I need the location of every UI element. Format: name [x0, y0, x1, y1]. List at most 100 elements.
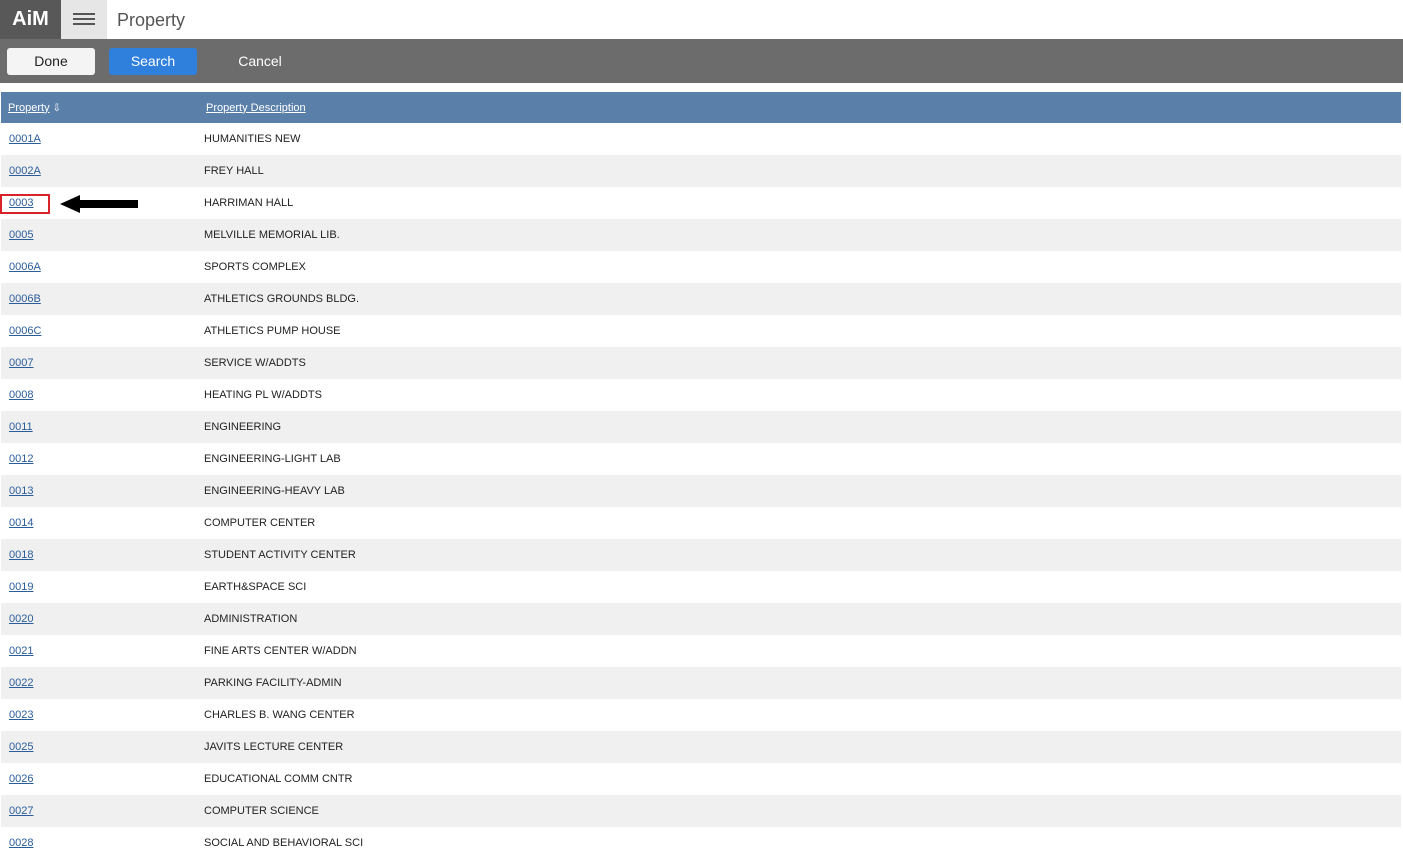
property-description-cell: COMPUTER SCIENCE: [200, 795, 1401, 827]
property-link[interactable]: 0020: [9, 613, 33, 625]
page-title: Property: [117, 10, 186, 30]
property-link[interactable]: 0007: [9, 357, 33, 369]
table-row: 0013 ENGINEERING-HEAVY LAB: [1, 475, 1401, 507]
table-row: 0005 MELVILLE MEMORIAL LIB.: [1, 219, 1401, 251]
property-cell: 0025: [1, 731, 200, 763]
column-header-property-description: Property Description: [200, 92, 1401, 123]
property-description-cell: ENGINEERING: [200, 411, 1401, 443]
property-link[interactable]: 0006B: [9, 293, 41, 305]
hamburger-menu-icon[interactable]: [61, 0, 107, 39]
column-header-property: Property ⇩: [1, 92, 200, 123]
property-cell: 0020: [1, 603, 200, 635]
property-cell: 0028: [1, 827, 200, 859]
property-link[interactable]: 0012: [9, 453, 33, 465]
property-cell: 0002A: [1, 155, 200, 187]
sort-property-link[interactable]: Property: [8, 102, 50, 114]
property-cell: 0026: [1, 763, 200, 795]
property-cell: 0012: [1, 443, 200, 475]
property-cell: 0018: [1, 539, 200, 571]
property-link[interactable]: 0027: [9, 805, 33, 817]
property-description-cell: SERVICE W/ADDTS: [200, 347, 1401, 379]
property-description-cell: FINE ARTS CENTER W/ADDN: [200, 635, 1401, 667]
property-link[interactable]: 0018: [9, 549, 33, 561]
property-description-cell: HUMANITIES NEW: [200, 123, 1401, 155]
table-row: 0007 SERVICE W/ADDTS: [1, 347, 1401, 379]
table-row: 0027 COMPUTER SCIENCE: [1, 795, 1401, 827]
top-bar: AiM Property: [0, 0, 1403, 39]
property-link[interactable]: 0023: [9, 709, 33, 721]
property-description-cell: STUDENT ACTIVITY CENTER: [200, 539, 1401, 571]
sort-property-description-link[interactable]: Property Description: [206, 102, 306, 114]
table-row: 0006A SPORTS COMPLEX: [1, 251, 1401, 283]
property-link[interactable]: 0008: [9, 389, 33, 401]
table-row: 0021 FINE ARTS CENTER W/ADDN: [1, 635, 1401, 667]
property-description-cell: EARTH&SPACE SCI: [200, 571, 1401, 603]
table-row: 0025 JAVITS LECTURE CENTER: [1, 731, 1401, 763]
property-link[interactable]: 0001A: [9, 133, 41, 145]
property-link[interactable]: 0026: [9, 773, 33, 785]
property-cell: 0023: [1, 699, 200, 731]
property-description-cell: ADMINISTRATION: [200, 603, 1401, 635]
property-description-cell: MELVILLE MEMORIAL LIB.: [200, 219, 1401, 251]
property-description-cell: ENGINEERING-LIGHT LAB: [200, 443, 1401, 475]
property-description-cell: PARKING FACILITY-ADMIN: [200, 667, 1401, 699]
property-description-cell: COMPUTER CENTER: [200, 507, 1401, 539]
property-link[interactable]: 0006A: [9, 261, 41, 273]
table-row: 0023 CHARLES B. WANG CENTER: [1, 699, 1401, 731]
property-table: Property ⇩ Property Description 0001A HUMA…: [1, 92, 1401, 859]
property-description-cell: ATHLETICS GROUNDS BLDG.: [200, 283, 1401, 315]
property-link[interactable]: 0003: [9, 197, 33, 209]
property-description-cell: JAVITS LECTURE CENTER: [200, 731, 1401, 763]
property-description-cell: FREY HALL: [200, 155, 1401, 187]
property-cell: 0005: [1, 219, 200, 251]
property-cell: 0006B: [1, 283, 200, 315]
action-toolbar: Done Search Cancel: [0, 39, 1403, 83]
property-cell: 0003: [1, 187, 200, 219]
table-row: 0003 HARRIMAN HALL: [1, 187, 1401, 219]
table-row: 0006B ATHLETICS GROUNDS BLDG.: [1, 283, 1401, 315]
table-row: 0011 ENGINEERING: [1, 411, 1401, 443]
property-cell: 0008: [1, 379, 200, 411]
property-description-cell: EDUCATIONAL COMM CNTR: [200, 763, 1401, 795]
table-row: 0014 COMPUTER CENTER: [1, 507, 1401, 539]
done-button[interactable]: Done: [7, 48, 95, 75]
sort-descending-icon: ⇩: [52, 102, 61, 114]
table-row: 0028 SOCIAL AND BEHAVIORAL SCI: [1, 827, 1401, 859]
property-description-cell: ATHLETICS PUMP HOUSE: [200, 315, 1401, 347]
table-row: 0022 PARKING FACILITY-ADMIN: [1, 667, 1401, 699]
property-cell: 0021: [1, 635, 200, 667]
table-header-row: Property ⇩ Property Description: [1, 92, 1401, 123]
property-description-cell: HARRIMAN HALL: [200, 187, 1401, 219]
table-row: 0012 ENGINEERING-LIGHT LAB: [1, 443, 1401, 475]
property-link[interactable]: 0025: [9, 741, 33, 753]
aim-logo: AiM: [0, 0, 61, 39]
property-link[interactable]: 0014: [9, 517, 33, 529]
property-cell: 0027: [1, 795, 200, 827]
search-button[interactable]: Search: [109, 48, 197, 75]
property-link[interactable]: 0005: [9, 229, 33, 241]
property-description-cell: SOCIAL AND BEHAVIORAL SCI: [200, 827, 1401, 859]
property-cell: 0006C: [1, 315, 200, 347]
table-row: 0020 ADMINISTRATION: [1, 603, 1401, 635]
property-link[interactable]: 0011: [9, 421, 33, 433]
property-cell: 0001A: [1, 123, 200, 155]
property-cell: 0013: [1, 475, 200, 507]
property-description-cell: ENGINEERING-HEAVY LAB: [200, 475, 1401, 507]
property-cell: 0014: [1, 507, 200, 539]
property-description-cell: SPORTS COMPLEX: [200, 251, 1401, 283]
property-cell: 0011: [1, 411, 200, 443]
property-description-cell: HEATING PL W/ADDTS: [200, 379, 1401, 411]
property-link[interactable]: 0021: [9, 645, 33, 657]
table-row: 0001A HUMANITIES NEW: [1, 123, 1401, 155]
table-row: 0019 EARTH&SPACE SCI: [1, 571, 1401, 603]
cancel-button[interactable]: Cancel: [216, 48, 304, 75]
property-link[interactable]: 0022: [9, 677, 33, 689]
property-cell: 0007: [1, 347, 200, 379]
property-link[interactable]: 0028: [9, 837, 33, 849]
property-link[interactable]: 0013: [9, 485, 33, 497]
property-link[interactable]: 0006C: [9, 325, 41, 337]
property-cell: 0019: [1, 571, 200, 603]
property-link[interactable]: 0002A: [9, 165, 41, 177]
table-row: 0006C ATHLETICS PUMP HOUSE: [1, 315, 1401, 347]
property-link[interactable]: 0019: [9, 581, 33, 593]
